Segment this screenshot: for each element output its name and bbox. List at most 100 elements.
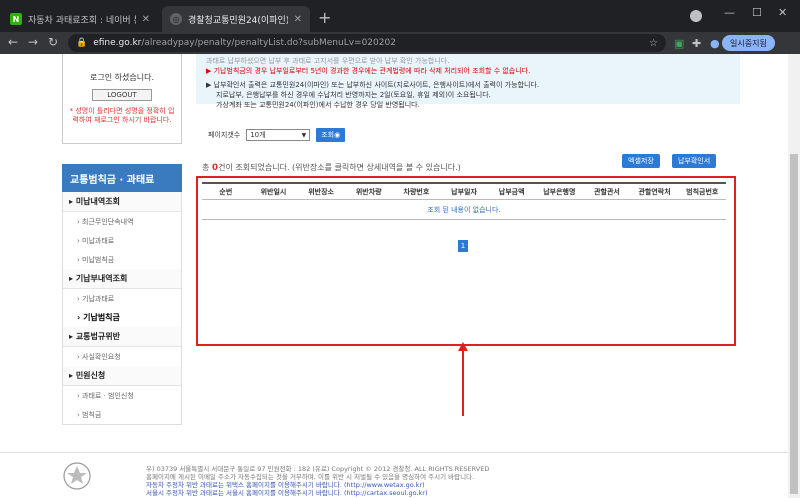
- group-title: 미납내역조회: [75, 197, 120, 206]
- notice-line: ▶ 기납범칙금의 경우 납부일로부터 5년이 경과한 경우에는 관계법령에 따라…: [206, 67, 531, 75]
- page-scrollbar[interactable]: [788, 54, 800, 498]
- column-header: 납부일자: [451, 187, 477, 196]
- sidebar-group: ▸ 미납내역조회 › 최근무인단속내역 › 미납과태료 › 미납범칙금 ▸ 기납…: [62, 192, 182, 425]
- close-icon[interactable]: ✕: [294, 14, 302, 25]
- scrollbar-thumb[interactable]: [790, 154, 798, 494]
- excel-save-button[interactable]: 엑셀저장: [622, 154, 660, 168]
- back-icon[interactable]: ←: [8, 35, 18, 49]
- column-header: 관할연락처: [638, 187, 671, 196]
- result-count: 총 0건이 조회되었습니다. (위반장소를 클릭하면 상세내역을 볼 수 있습니…: [202, 162, 461, 173]
- page-count-select[interactable]: 10개 ▼: [246, 129, 311, 141]
- footer-text: 우) 03739 서울특별시 서대문구 통일로 97 민원전화 : 182 (유…: [146, 465, 489, 497]
- column-header: 납부은행명: [543, 187, 576, 196]
- chevron-down-icon: ▼: [301, 131, 307, 139]
- column-header: 위반장소: [308, 187, 334, 196]
- account-icon[interactable]: ●: [710, 37, 720, 50]
- page-button[interactable]: 1: [458, 240, 468, 252]
- footer-address: 우) 03739 서울특별시 서대문구 통일로 97 민원전화 : 182 (유…: [146, 465, 490, 473]
- sidebar-item[interactable]: › 기납과태료: [63, 289, 181, 308]
- notice-line: 과태료 납부하셨으면 납부 후 과태료 고지서를 우편으로 받아 납부 확인 가…: [206, 57, 450, 65]
- minimize-icon[interactable]: —: [724, 6, 735, 19]
- footer-wetax-link[interactable]: 자동차 주정차 위반 과태료는 위택스 홈페이지를 이용해주시기 바랍니다. (…: [146, 481, 489, 489]
- payment-receipt-button[interactable]: 납부확인서: [672, 154, 717, 168]
- sidebar-item[interactable]: › 미납과태료: [63, 231, 181, 250]
- notice-text: 기납범칙금의 경우 납부일로부터 5년이 경과한 경우에는 관계법령에 따라 삭…: [213, 67, 531, 75]
- arrow-annotation-line: [462, 350, 464, 416]
- sidebar-item-label: 기납과태료: [82, 294, 115, 303]
- lock-icon[interactable]: 🔒: [76, 38, 87, 48]
- sidebar-item[interactable]: › 최근무인단속내역: [63, 212, 181, 231]
- globe-icon: ◎: [170, 13, 182, 25]
- sidebar: 교통범칙금 · 과태료 ▸ 미납내역조회 › 최근무인단속내역 › 미납과태료 …: [62, 164, 182, 425]
- close-window-icon[interactable]: ✕: [778, 6, 787, 19]
- footer-email-policy: 홈페이지에 게시된 이메일 주소가 자동수집되는 것을 거부하며, 이를 위반 …: [146, 473, 475, 481]
- sidebar-item[interactable]: › 미납범칙금: [63, 250, 181, 269]
- reload-icon[interactable]: ↻: [48, 35, 58, 49]
- results-table-highlight: 순번 위반일시 위반장소 위반차량 차량번호 납부일자 납부금액 납부은행명 관…: [196, 176, 736, 346]
- url-path: /alreadypay/penalty/penaltyList.do?subMe…: [141, 38, 396, 48]
- extension-icon[interactable]: ▣: [674, 37, 684, 50]
- column-header: 위반일시: [260, 187, 287, 196]
- puzzle-icon[interactable]: ✚: [692, 37, 701, 50]
- browser-tab-bar: N 자동차 과태료조회 : 네이버 통합 ✕ ◎ 경찰청교통민원24(이파인) …: [0, 0, 800, 32]
- result-suffix: 건이 조회되었습니다. (위반장소를 클릭하면 상세내역을 볼 수 있습니다.): [218, 163, 461, 172]
- sidebar-item-label: 과태료 · 범인신청: [82, 391, 134, 400]
- column-header: 위반차량: [355, 187, 382, 196]
- tab-efine[interactable]: ◎ 경찰청교통민원24(이파인) ✕: [162, 6, 310, 32]
- group-title: 기납부내역조회: [75, 274, 128, 283]
- page-content: 로그인 하셨습니다. LOGOUT * 성명이 틀리다면 성명을 정확히 입력하…: [0, 54, 800, 498]
- bookmark-star-icon[interactable]: ☆: [649, 38, 658, 49]
- column-header: 차량번호: [403, 187, 430, 196]
- sidebar-item-label: 기납범칙금: [83, 313, 120, 322]
- sidebar-group-petition[interactable]: ▸ 민원신청: [63, 366, 181, 386]
- footer-seoul-link[interactable]: 서울시 주정차 위반 과태료는 서울시 홈페이지를 이용해주시기 바랍니다. (…: [146, 489, 489, 497]
- sidebar-group-violation[interactable]: ▸ 교통법규위반: [63, 327, 181, 347]
- column-header: 관할관서: [594, 187, 620, 196]
- tab-naver-search[interactable]: N 자동차 과태료조회 : 네이버 통합 ✕: [2, 6, 158, 32]
- notice-line: 지로납부, 은행납부를 하신 경우에 수납처리 반영까지는 2일(토요일, 휴일…: [216, 91, 491, 99]
- query-label: 조회: [321, 131, 335, 139]
- forward-icon[interactable]: →: [28, 35, 38, 49]
- sidebar-item[interactable]: › 범칙금: [63, 405, 181, 424]
- result-prefix: 총: [202, 163, 212, 172]
- tab-title: 경찰청교통민원24(이파인): [188, 15, 288, 26]
- select-value: 10개: [250, 131, 266, 139]
- sidebar-item[interactable]: › 과태료 · 범인신청: [63, 386, 181, 405]
- empty-message: 조회 된 내용이 없습니다.: [202, 200, 726, 220]
- column-header: 순번: [219, 187, 233, 196]
- filter-row: 페이지갯수 10개 ▼ 조회 ◉: [208, 128, 346, 142]
- sidebar-item-label: 미납과태료: [82, 236, 115, 245]
- logout-button[interactable]: LOGOUT: [92, 89, 152, 101]
- sidebar-group-paid[interactable]: ▸ 기납부내역조회: [63, 269, 181, 289]
- address-bar[interactable]: 🔒 efine.go.kr /alreadypay/penalty/penalt…: [68, 34, 666, 52]
- sidebar-item[interactable]: › 사실확인요청: [63, 347, 181, 366]
- browser-toolbar: ← → ↻ 🔒 efine.go.kr /alreadypay/penalty/…: [0, 32, 800, 54]
- new-tab-icon[interactable]: +: [318, 8, 331, 27]
- login-note: * 성명이 틀리다면 성명을 정확히 입력하여 재로그인 하시기 바랍니다.: [69, 107, 175, 124]
- naver-icon: N: [10, 13, 22, 25]
- maximize-icon[interactable]: ☐: [752, 6, 762, 19]
- notice-box: 과태료 납부하셨으면 납부 후 과태료 고지서를 우편으로 받아 납부 확인 가…: [196, 54, 740, 109]
- column-header: 납부금액: [498, 187, 525, 196]
- profile-icon[interactable]: [690, 10, 702, 22]
- sidebar-item-label: 사실확인요청: [82, 352, 121, 361]
- tab-title: 자동차 과태료조회 : 네이버 통합: [28, 15, 136, 26]
- notice-text: 납부확인서 출력은 교통민원24(이파인) 또는 납부하신 사이트(지로사이트,…: [213, 81, 540, 89]
- search-icon: ◉: [334, 131, 341, 139]
- login-box: 로그인 하셨습니다. LOGOUT * 성명이 틀리다면 성명을 정확히 입력하…: [62, 54, 182, 144]
- notice-line: 가상계좌 또는 교통민원24(이파인)에서 수납한 경우 당일 반영됩니다.: [216, 101, 420, 109]
- sidebar-item-label: 미납범칙금: [82, 255, 115, 264]
- sidebar-item-label: 범칙금: [82, 410, 102, 419]
- sidebar-group-unpaid[interactable]: ▸ 미납내역조회: [63, 192, 181, 212]
- page-count-label: 페이지갯수: [208, 131, 241, 139]
- column-header: 범칙금번호: [686, 187, 719, 196]
- paused-sync-button[interactable]: 일시중지됨: [722, 35, 775, 51]
- query-button[interactable]: 조회 ◉: [316, 128, 346, 142]
- footer: 우) 03739 서울특별시 서대문구 통일로 97 민원전화 : 182 (유…: [0, 452, 788, 498]
- url-host: efine.go.kr: [93, 38, 142, 48]
- close-icon[interactable]: ✕: [142, 14, 150, 25]
- sidebar-item-current[interactable]: › 기납범칙금: [63, 308, 181, 327]
- table-header: 순번 위반일시 위반장소 위반차량 차량번호 납부일자 납부금액 납부은행명 관…: [202, 182, 726, 200]
- sidebar-item-label: 최근무인단속내역: [82, 217, 134, 226]
- group-title: 민원신청: [75, 371, 106, 380]
